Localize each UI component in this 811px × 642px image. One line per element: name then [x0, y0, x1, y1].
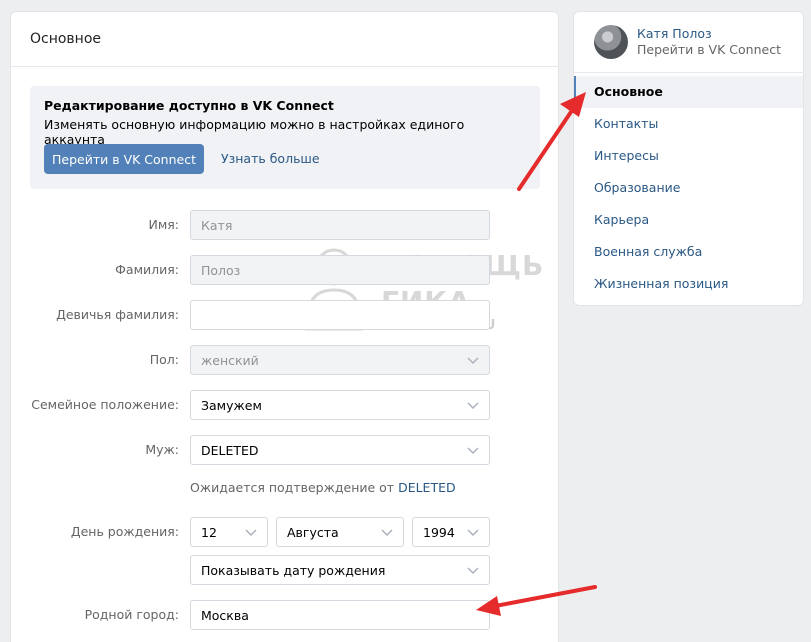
sidebar-item-life-position[interactable]: Жизненная позиция — [574, 268, 803, 300]
gender-select[interactable]: женский — [190, 345, 490, 375]
last-name-input[interactable]: Полоз — [190, 255, 490, 285]
vk-connect-notice: Редактирование доступно в VK Connect Изм… — [30, 86, 540, 189]
birthday-month-select[interactable]: Августа — [276, 517, 404, 547]
birthday-row: День рождения: 12 Августа 1994 — [11, 517, 558, 547]
gender-label: Пол: — [149, 352, 179, 367]
avatar — [594, 25, 628, 59]
sidebar-profile[interactable]: Катя Полоз Перейти в VK Connect — [574, 12, 803, 73]
hometown-row: Родной город: Москва — [11, 600, 558, 630]
birthday-visibility-select[interactable]: Показывать дату рождения — [190, 555, 490, 585]
learn-more-link[interactable]: Узнать больше — [221, 151, 320, 166]
profile-vk-connect-link[interactable]: Перейти в VK Connect — [637, 42, 781, 58]
sidebar-item-military[interactable]: Военная служба — [574, 236, 803, 268]
birthday-year-select[interactable]: 1994 — [412, 517, 490, 547]
gender-value: женский — [201, 353, 259, 368]
maiden-name-input[interactable] — [190, 300, 490, 330]
notice-title: Редактирование доступно в VK Connect — [44, 98, 334, 113]
birthday-month-value: Августа — [287, 525, 339, 540]
relationship-value: Замужем — [201, 398, 262, 413]
hint-partner-link[interactable]: DELETED — [398, 480, 456, 495]
sidebar-item-contacts[interactable]: Контакты — [574, 108, 803, 140]
birthday-year-value: 1994 — [423, 525, 455, 540]
chevron-down-icon — [467, 399, 479, 411]
partner-confirmation-hint: Ожидается подтверждение от DELETED — [190, 480, 456, 495]
hometown-label: Родной город: — [84, 607, 179, 622]
last-name-row: Фамилия: Полоз — [11, 255, 558, 285]
partner-select[interactable]: DELETED — [190, 435, 490, 465]
partner-label: Муж: — [145, 442, 179, 457]
first-name-row: Имя: Катя — [11, 210, 558, 240]
sidebar-item-career[interactable]: Карьера — [574, 204, 803, 236]
chevron-down-icon — [467, 564, 479, 576]
birthday-visibility-row: Показывать дату рождения — [11, 555, 558, 585]
page-title: Основное — [11, 12, 558, 67]
chevron-down-icon — [245, 526, 257, 538]
profile-name[interactable]: Катя Полоз — [637, 26, 781, 42]
sidebar-item-education[interactable]: Образование — [574, 172, 803, 204]
gender-row: Пол: женский — [11, 345, 558, 375]
birthday-day-value: 12 — [201, 525, 217, 540]
relationship-row: Семейное положение: Замужем — [11, 390, 558, 420]
birthday-label: День рождения: — [70, 524, 179, 539]
relationship-select[interactable]: Замужем — [190, 390, 490, 420]
hometown-input[interactable]: Москва — [190, 600, 490, 630]
relationship-label: Семейное положение: — [31, 397, 179, 412]
first-name-label: Имя: — [148, 217, 179, 232]
maiden-name-label: Девичья фамилия: — [56, 307, 179, 322]
settings-sidebar: Катя Полоз Перейти в VK Connect Основное… — [573, 11, 804, 306]
chevron-down-icon — [467, 444, 479, 456]
chevron-down-icon — [381, 526, 393, 538]
chevron-down-icon — [467, 354, 479, 366]
partner-value: DELETED — [201, 443, 259, 458]
birthday-day-select[interactable]: 12 — [190, 517, 268, 547]
maiden-name-row: Девичья фамилия: — [11, 300, 558, 330]
hint-text: Ожидается подтверждение от — [190, 480, 399, 495]
partner-row: Муж: DELETED — [11, 435, 558, 465]
first-name-input[interactable]: Катя — [190, 210, 490, 240]
birthday-visibility-value: Показывать дату рождения — [201, 563, 386, 578]
notice-text: Изменять основную информацию можно в нас… — [44, 117, 465, 147]
sidebar-item-basic[interactable]: Основное — [574, 76, 803, 108]
main-panel: Основное Редактирование доступно в VK Co… — [10, 11, 559, 642]
sidebar-item-interests[interactable]: Интересы — [574, 140, 803, 172]
go-to-vk-connect-button[interactable]: Перейти в VK Connect — [44, 144, 204, 174]
sidebar-menu: Основное Контакты Интересы Образование К… — [574, 73, 803, 300]
chevron-down-icon — [467, 526, 479, 538]
last-name-label: Фамилия: — [115, 262, 179, 277]
